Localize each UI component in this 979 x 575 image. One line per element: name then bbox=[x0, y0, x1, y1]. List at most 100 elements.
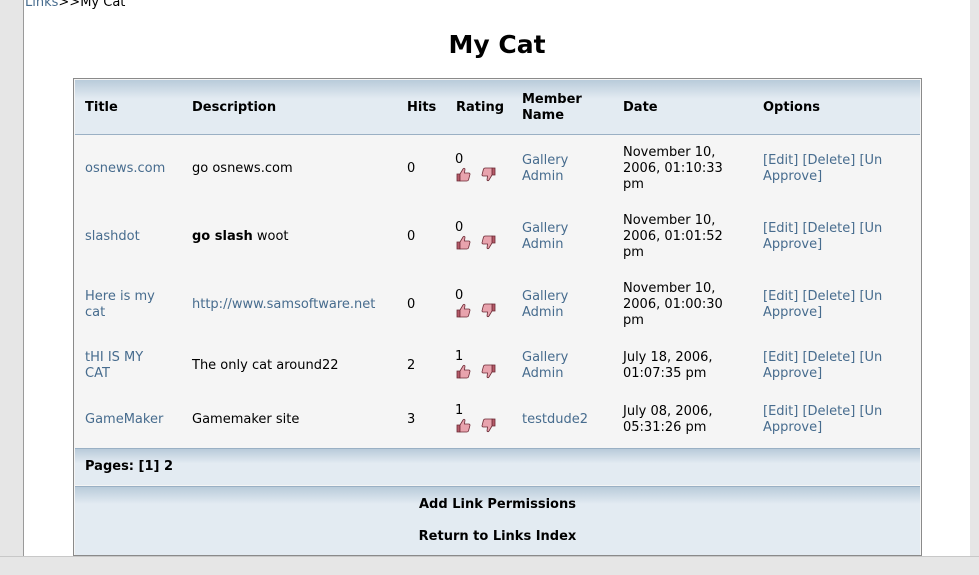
options-line1: [Edit] [Delete] [Un bbox=[763, 153, 883, 168]
add-link-permissions-link[interactable]: Add Link Permissions bbox=[75, 497, 920, 513]
link-rating-value: 0 bbox=[455, 220, 464, 235]
window-right-edge bbox=[970, 0, 979, 556]
link-options[interactable]: [Edit] [Delete] [Un Approve] bbox=[763, 289, 882, 321]
thumbs-down-icon[interactable] bbox=[481, 303, 497, 318]
thumbs-down-icon[interactable] bbox=[481, 364, 497, 379]
link-description-url[interactable]: http://www.samsoftware.net bbox=[192, 297, 375, 313]
link-hits: 0 bbox=[407, 161, 416, 176]
breadcrumb-current: My Cat bbox=[80, 0, 126, 10]
options-line1: [Edit] [Delete] [Un bbox=[763, 350, 883, 365]
date-line2: 2006, 01:01:52 bbox=[623, 229, 723, 244]
member-line1: Gallery bbox=[522, 289, 569, 304]
date-line1: November 10, bbox=[623, 145, 716, 160]
title-line2: cat bbox=[85, 305, 106, 320]
link-date: July 18, 2006, 01:07:35 pm bbox=[623, 350, 713, 382]
link-title[interactable]: GameMaker bbox=[85, 412, 163, 428]
link-hits: 0 bbox=[407, 229, 416, 244]
member-line2: Admin bbox=[522, 366, 564, 381]
col-title[interactable]: Title bbox=[85, 100, 118, 116]
link-member[interactable]: Gallery Admin bbox=[522, 221, 568, 253]
link-options[interactable]: [Edit] [Delete] [Un Approve] bbox=[763, 350, 882, 382]
link-member[interactable]: Gallery Admin bbox=[522, 350, 568, 382]
pagination-bar: Pages: [1] 2 bbox=[75, 448, 920, 485]
thumbs-up-icon[interactable] bbox=[455, 418, 471, 433]
col-rating[interactable]: Rating bbox=[456, 100, 504, 116]
pagination-page-2[interactable]: 2 bbox=[164, 459, 173, 474]
link-rating-value: 0 bbox=[455, 288, 464, 303]
member-line1: Gallery bbox=[522, 153, 569, 168]
date-line2: 01:07:35 pm bbox=[623, 366, 707, 381]
col-hits[interactable]: Hits bbox=[407, 100, 436, 116]
col-member-name[interactable]: Member Name bbox=[522, 92, 582, 124]
content-page: Links>>My Cat My Cat Title Description H… bbox=[23, 0, 971, 557]
options-line1: [Edit] [Delete] [Un bbox=[763, 289, 883, 304]
link-date: July 08, 2006, 05:31:26 pm bbox=[623, 404, 713, 436]
link-title[interactable]: slashdot bbox=[85, 229, 140, 245]
page-title: My Cat bbox=[448, 30, 546, 59]
link-hits: 2 bbox=[407, 358, 416, 373]
member-line2: Admin bbox=[522, 169, 564, 184]
date-line2: 05:31:26 pm bbox=[623, 420, 707, 435]
breadcrumb-links[interactable]: Links bbox=[25, 0, 58, 10]
date-line3: pm bbox=[623, 177, 644, 192]
date-line1: November 10, bbox=[623, 281, 716, 296]
link-date: November 10, 2006, 01:10:33 pm bbox=[623, 145, 723, 193]
col-description[interactable]: Description bbox=[192, 100, 276, 116]
table-row: Here is my cat http://www.samsoftware.ne… bbox=[75, 281, 920, 341]
options-line1: [Edit] [Delete] [Un bbox=[763, 221, 883, 236]
link-description: go osnews.com bbox=[192, 161, 293, 176]
thumbs-up-icon[interactable] bbox=[455, 167, 471, 182]
link-hits: 3 bbox=[407, 412, 416, 427]
thumbs-up-icon[interactable] bbox=[455, 235, 471, 250]
title-line2: CAT bbox=[85, 366, 110, 381]
table-row: tHI IS MY CAT The only cat around22 2 1 … bbox=[75, 349, 920, 389]
links-table: Title Description Hits Rating Member Nam… bbox=[73, 78, 922, 556]
desc-bold: go slash bbox=[192, 229, 253, 244]
thumbs-down-icon[interactable] bbox=[481, 418, 497, 433]
date-line2: 2006, 01:10:33 bbox=[623, 161, 723, 176]
col-member-line1: Member bbox=[522, 92, 582, 107]
link-rating-value: 0 bbox=[455, 152, 464, 167]
link-description: The only cat around22 bbox=[192, 358, 339, 373]
link-date: November 10, 2006, 01:00:30 pm bbox=[623, 281, 723, 329]
link-options[interactable]: [Edit] [Delete] [Un Approve] bbox=[763, 404, 882, 436]
link-title[interactable]: osnews.com bbox=[85, 161, 165, 177]
return-to-links-index-link[interactable]: Return to Links Index bbox=[75, 529, 920, 545]
footer-bar: Add Link Permissions Return to Links Ind… bbox=[75, 486, 920, 555]
date-line1: November 10, bbox=[623, 213, 716, 228]
breadcrumb-separator: >> bbox=[58, 0, 81, 10]
thumbs-up-icon[interactable] bbox=[455, 364, 471, 379]
member-line1: Gallery bbox=[522, 350, 569, 365]
col-date[interactable]: Date bbox=[623, 100, 658, 116]
link-options[interactable]: [Edit] [Delete] [Un Approve] bbox=[763, 153, 882, 185]
date-line1: July 08, 2006, bbox=[623, 404, 713, 419]
date-line2: 2006, 01:00:30 bbox=[623, 297, 723, 312]
date-line1: July 18, 2006, bbox=[623, 350, 713, 365]
link-title[interactable]: tHI IS MY CAT bbox=[85, 350, 143, 382]
pagination-current: [1] bbox=[138, 459, 160, 474]
col-member-line2: Name bbox=[522, 108, 565, 123]
thumbs-down-icon[interactable] bbox=[481, 235, 497, 250]
options-line2: Approve] bbox=[763, 169, 823, 184]
link-date: November 10, 2006, 01:01:52 pm bbox=[623, 213, 723, 261]
table-row: slashdot go slash woot 0 0 Gallery Admin… bbox=[75, 213, 920, 273]
table-row: osnews.com go osnews.com 0 0 Gallery Adm… bbox=[75, 145, 920, 205]
link-description: go slash woot bbox=[192, 229, 289, 245]
link-member[interactable]: testdude2 bbox=[522, 412, 588, 428]
title-line1: Here is my bbox=[85, 289, 155, 304]
link-member[interactable]: Gallery Admin bbox=[522, 153, 568, 185]
thumbs-down-icon[interactable] bbox=[481, 167, 497, 182]
col-options: Options bbox=[763, 100, 820, 115]
options-line1: [Edit] [Delete] [Un bbox=[763, 404, 883, 419]
link-description: Gamemaker site bbox=[192, 412, 300, 427]
link-member[interactable]: Gallery Admin bbox=[522, 289, 568, 321]
breadcrumb: Links>>My Cat bbox=[25, 0, 125, 11]
table-row: GameMaker Gamemaker site 3 1 testdude2 J… bbox=[75, 403, 920, 443]
pagination-label: Pages: bbox=[85, 459, 135, 474]
thumbs-up-icon[interactable] bbox=[455, 303, 471, 318]
link-options[interactable]: [Edit] [Delete] [Un Approve] bbox=[763, 221, 882, 253]
options-line2: Approve] bbox=[763, 237, 823, 252]
title-line1: tHI IS MY bbox=[85, 350, 144, 365]
options-line2: Approve] bbox=[763, 420, 823, 435]
link-title[interactable]: Here is my cat bbox=[85, 289, 155, 321]
